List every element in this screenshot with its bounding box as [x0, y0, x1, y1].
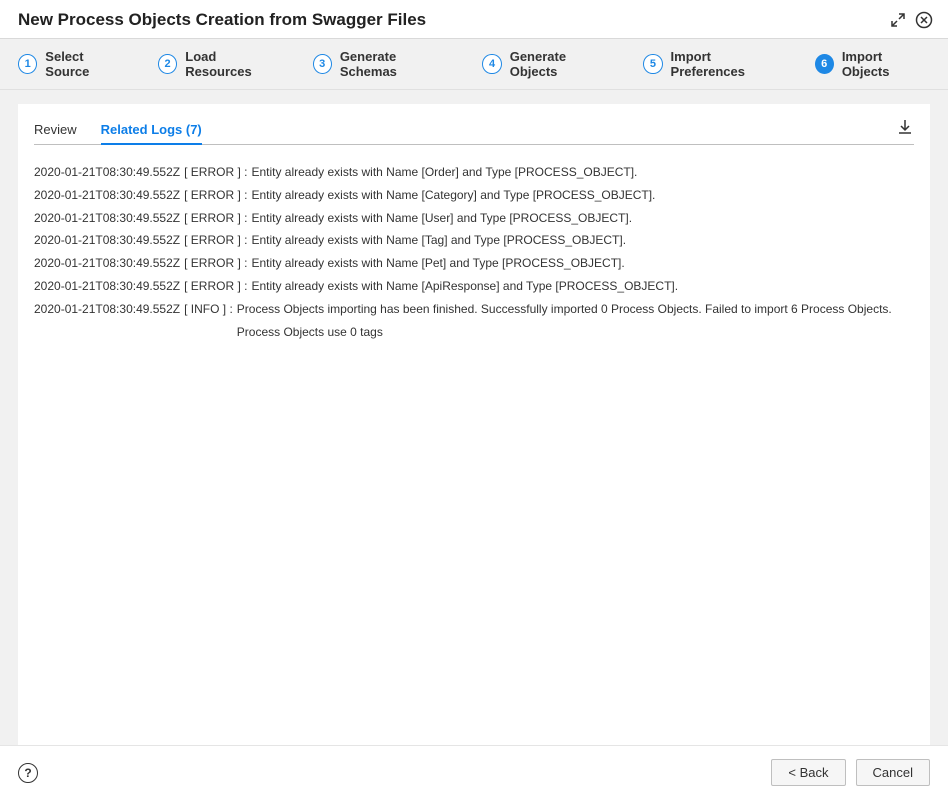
step-generate-schemas[interactable]: 3 Generate Schemas — [313, 49, 453, 79]
log-entry: 2020-01-21T08:30:49.552Z [ INFO ] : Proc… — [34, 298, 914, 344]
log-level: [ ERROR ] : — [184, 161, 247, 184]
tab-related-logs[interactable]: Related Logs (7) — [101, 116, 202, 145]
log-entry: 2020-01-21T08:30:49.552Z [ ERROR ] : Ent… — [34, 161, 914, 184]
log-message: Entity already exists with Name [Pet] an… — [251, 252, 914, 275]
log-message: Entity already exists with Name [ApiResp… — [251, 275, 914, 298]
log-level: [ ERROR ] : — [184, 207, 247, 230]
log-level: [ ERROR ] : — [184, 275, 247, 298]
step-number: 6 — [815, 54, 834, 74]
log-timestamp: 2020-01-21T08:30:49.552Z — [34, 161, 180, 184]
log-entry: 2020-01-21T08:30:49.552Z [ ERROR ] : Ent… — [34, 184, 914, 207]
tabs: Review Related Logs (7) — [34, 116, 202, 144]
content-panel: Review Related Logs (7) 2020-01-21T08:30… — [18, 104, 930, 745]
log-level: [ INFO ] : — [184, 298, 233, 344]
close-icon[interactable] — [914, 10, 934, 30]
step-import-objects[interactable]: 6 Import Objects — [815, 49, 930, 79]
tab-review[interactable]: Review — [34, 116, 77, 145]
log-timestamp: 2020-01-21T08:30:49.552Z — [34, 184, 180, 207]
download-icon[interactable] — [896, 118, 914, 143]
footer-buttons: < Back Cancel — [771, 759, 930, 786]
log-timestamp: 2020-01-21T08:30:49.552Z — [34, 207, 180, 230]
header-icons — [888, 10, 934, 30]
log-message: Entity already exists with Name [Categor… — [251, 184, 914, 207]
log-level: [ ERROR ] : — [184, 184, 247, 207]
dialog-header: New Process Objects Creation from Swagge… — [0, 0, 948, 39]
log-level: [ ERROR ] : — [184, 252, 247, 275]
log-entry: 2020-01-21T08:30:49.552Z [ ERROR ] : Ent… — [34, 252, 914, 275]
log-timestamp: 2020-01-21T08:30:49.552Z — [34, 252, 180, 275]
log-level: [ ERROR ] : — [184, 229, 247, 252]
step-label: Import Objects — [842, 49, 930, 79]
content-area: Review Related Logs (7) 2020-01-21T08:30… — [0, 90, 948, 745]
cancel-button[interactable]: Cancel — [856, 759, 930, 786]
step-label: Load Resources — [185, 49, 282, 79]
log-entry: 2020-01-21T08:30:49.552Z [ ERROR ] : Ent… — [34, 275, 914, 298]
logs-list: 2020-01-21T08:30:49.552Z [ ERROR ] : Ent… — [34, 161, 914, 343]
step-number: 4 — [482, 54, 501, 74]
back-button[interactable]: < Back — [771, 759, 845, 786]
help-icon[interactable]: ? — [18, 763, 38, 783]
wizard-steps: 1 Select Source 2 Load Resources 3 Gener… — [0, 39, 948, 90]
step-import-preferences[interactable]: 5 Import Preferences — [643, 49, 784, 79]
step-number: 2 — [158, 54, 177, 74]
step-load-resources[interactable]: 2 Load Resources — [158, 49, 283, 79]
log-message: Process Objects importing has been finis… — [237, 298, 914, 344]
log-message: Entity already exists with Name [Tag] an… — [251, 229, 914, 252]
log-message: Entity already exists with Name [User] a… — [251, 207, 914, 230]
log-entry: 2020-01-21T08:30:49.552Z [ ERROR ] : Ent… — [34, 229, 914, 252]
step-label: Generate Schemas — [340, 49, 453, 79]
step-select-source[interactable]: 1 Select Source — [18, 49, 128, 79]
log-entry: 2020-01-21T08:30:49.552Z [ ERROR ] : Ent… — [34, 207, 914, 230]
log-timestamp: 2020-01-21T08:30:49.552Z — [34, 275, 180, 298]
log-message: Entity already exists with Name [Order] … — [251, 161, 914, 184]
tabs-row: Review Related Logs (7) — [34, 116, 914, 145]
step-number: 3 — [313, 54, 332, 74]
step-label: Select Source — [45, 49, 128, 79]
step-number: 1 — [18, 54, 37, 74]
dialog-title: New Process Objects Creation from Swagge… — [18, 10, 426, 30]
step-generate-objects[interactable]: 4 Generate Objects — [482, 49, 613, 79]
step-number: 5 — [643, 54, 662, 74]
log-timestamp: 2020-01-21T08:30:49.552Z — [34, 229, 180, 252]
log-timestamp: 2020-01-21T08:30:49.552Z — [34, 298, 180, 344]
expand-icon[interactable] — [888, 10, 908, 30]
step-label: Import Preferences — [671, 49, 785, 79]
step-label: Generate Objects — [510, 49, 614, 79]
dialog-footer: ? < Back Cancel — [0, 745, 948, 799]
